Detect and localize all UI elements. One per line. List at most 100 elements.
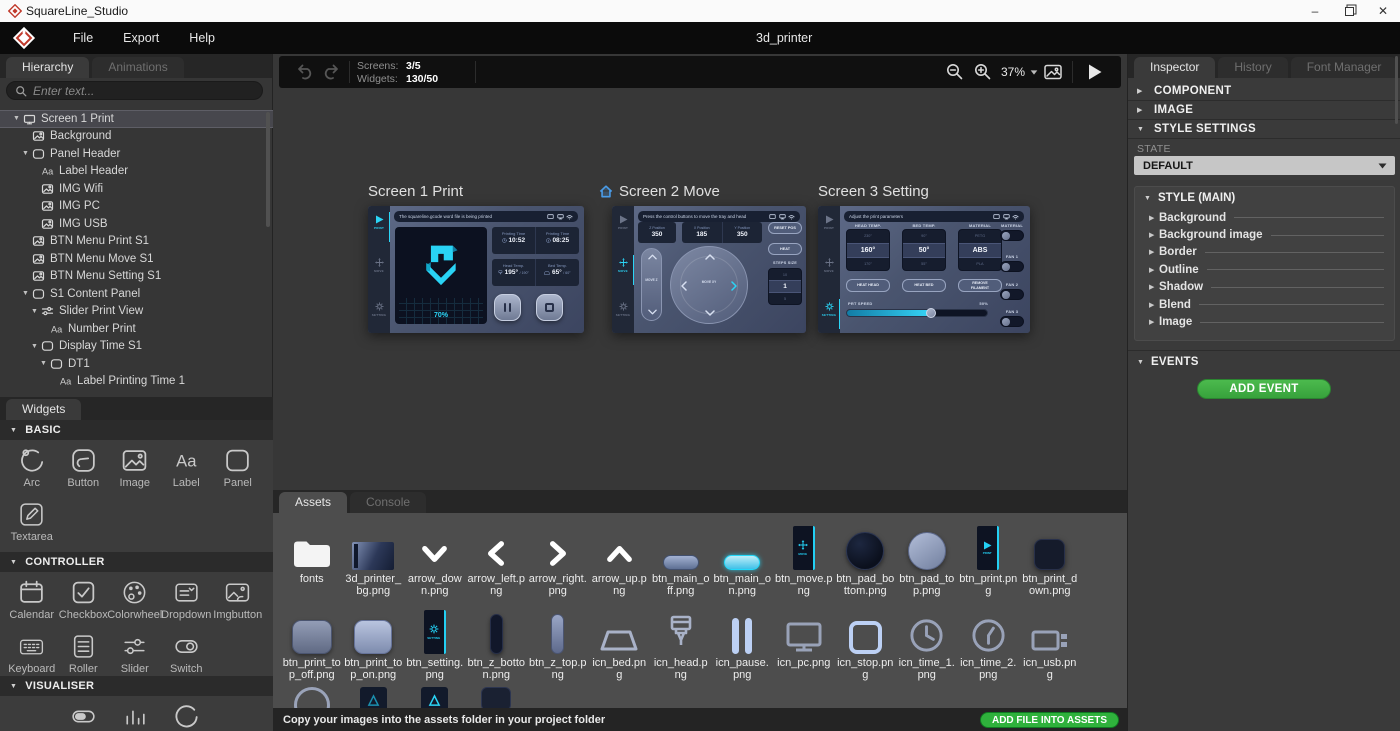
section-image[interactable]: ▶IMAGE bbox=[1128, 101, 1400, 120]
asset-icn-pc-png[interactable]: icn_pc.png bbox=[773, 609, 835, 681]
arrow-down-icon[interactable] bbox=[648, 309, 657, 315]
zoom-level[interactable]: 37% bbox=[1001, 65, 1025, 79]
screen2-title[interactable]: Screen 2 Move bbox=[619, 183, 720, 200]
widget-checkbox[interactable]: Checkbox bbox=[58, 572, 110, 626]
fan1-switch[interactable] bbox=[1000, 261, 1024, 272]
steps-size-roller[interactable]: 10 1 5 bbox=[768, 268, 802, 305]
arrow-up-icon[interactable] bbox=[648, 254, 657, 260]
asset-btn-print-top-off-png[interactable]: btn_print_top_off.png bbox=[281, 609, 343, 681]
screen1-preview[interactable]: PRINT MOVE SETTING The squareline.gcode … bbox=[368, 206, 584, 333]
asset-arrow-right-png[interactable]: arrow_right.png bbox=[527, 525, 589, 597]
tree-item-img-wifi[interactable]: ▼IMG Wifi bbox=[0, 180, 273, 198]
nav-setting[interactable]: SETTING bbox=[818, 302, 840, 317]
asset-icn-head-png[interactable]: icn_head.png bbox=[650, 609, 712, 681]
tree-item-label-header[interactable]: ▼AaLabel Header bbox=[0, 163, 273, 181]
tab-font-manager[interactable]: Font Manager bbox=[1291, 57, 1398, 78]
section-style-settings[interactable]: ▼STYLE SETTINGS bbox=[1128, 120, 1400, 139]
arrow-up-icon[interactable] bbox=[705, 254, 715, 260]
state-dropdown[interactable]: DEFAULT bbox=[1134, 156, 1395, 175]
expand-arrow-icon[interactable]: ▼ bbox=[13, 115, 23, 122]
xy-position-panel[interactable]: X Position185 Y Position350 bbox=[682, 222, 762, 243]
style-main-header[interactable]: ▼ STYLE (MAIN) bbox=[1135, 187, 1394, 209]
play-button[interactable] bbox=[1087, 63, 1103, 81]
category-header-basic[interactable]: ▼BASIC bbox=[0, 420, 273, 440]
fan3-switch[interactable] bbox=[1000, 316, 1024, 327]
screen3-preview[interactable]: PRINT MOVE SETTING Adjust the print para… bbox=[818, 206, 1030, 333]
asset-arrow-left-png[interactable]: arrow_left.png bbox=[466, 525, 528, 597]
tree-item-img-pc[interactable]: ▼IMG PC bbox=[0, 198, 273, 216]
hierarchy-scrollbar[interactable] bbox=[266, 112, 270, 227]
nav-move[interactable]: MOVE bbox=[612, 258, 634, 273]
asset-btn-setting-png[interactable]: SETTINGbtn_setting.png bbox=[404, 609, 466, 681]
zoom-in-icon[interactable] bbox=[973, 62, 993, 82]
screen1-title[interactable]: Screen 1 Print bbox=[368, 183, 463, 200]
add-file-into-assets-button[interactable]: ADD FILE INTO ASSETS bbox=[980, 712, 1119, 728]
tree-item-btn-menu-print-s1[interactable]: ▼BTN Menu Print S1 bbox=[0, 233, 273, 251]
zoom-dropdown-caret-icon[interactable] bbox=[1030, 70, 1038, 75]
zoom-fit-icon[interactable] bbox=[1043, 62, 1063, 82]
section-events[interactable]: ▼ EVENTS bbox=[1137, 356, 1199, 368]
expand-arrow-icon[interactable]: ▼ bbox=[40, 360, 50, 367]
tab-animations[interactable]: Animations bbox=[92, 57, 183, 78]
tree-item-btn-menu-setting-s1[interactable]: ▼BTN Menu Setting S1 bbox=[0, 268, 273, 286]
search-box[interactable] bbox=[6, 81, 263, 100]
tree-item-slider-print-view[interactable]: ▼Slider Print View bbox=[0, 303, 273, 321]
style-row-border[interactable]: ▶Border bbox=[1135, 244, 1394, 261]
widget-image[interactable]: Image bbox=[109, 440, 161, 494]
tab-history[interactable]: History bbox=[1218, 57, 1287, 78]
asset-btn-print-top-on-png[interactable]: btn_print_top_on.png bbox=[343, 609, 405, 681]
stop-button[interactable] bbox=[536, 294, 563, 321]
screen3-title[interactable]: Screen 3 Setting bbox=[818, 183, 929, 200]
asset-btn-main-on-png[interactable]: btn_main_on.png bbox=[712, 525, 774, 597]
tree-item-number-print[interactable]: ▼AaNumber Print bbox=[0, 320, 273, 338]
asset-fonts[interactable]: fonts bbox=[281, 525, 343, 597]
style-row-background-image[interactable]: ▶Background image bbox=[1135, 226, 1394, 243]
nav-print[interactable]: PRINT bbox=[818, 215, 840, 230]
search-input[interactable] bbox=[33, 84, 233, 98]
widget-item[interactable] bbox=[109, 696, 161, 731]
undo-icon[interactable] bbox=[295, 62, 315, 82]
expand-arrow-icon[interactable]: ▼ bbox=[22, 150, 32, 157]
nav-move[interactable]: MOVE bbox=[368, 258, 390, 273]
menu-help[interactable]: Help bbox=[174, 31, 230, 45]
restore-button[interactable] bbox=[1332, 0, 1366, 22]
asset-icn-pause-png[interactable]: icn_pause.png bbox=[712, 609, 774, 681]
menu-file[interactable]: File bbox=[58, 31, 108, 45]
tab-assets[interactable]: Assets bbox=[279, 492, 347, 513]
tree-item-background[interactable]: ▼Background bbox=[0, 128, 273, 146]
tab-inspector[interactable]: Inspector bbox=[1134, 57, 1215, 78]
asset-btn-pad-bottom-png[interactable]: btn_pad_bottom.png bbox=[835, 525, 897, 597]
temperature-panel[interactable]: Head Temp.195°/ 190° Bed Temp.65°/ 60° bbox=[492, 259, 579, 286]
expand-arrow-icon[interactable]: ▼ bbox=[22, 290, 32, 297]
bed-temp-roller[interactable]: 90° 50° 55° bbox=[902, 229, 946, 271]
asset-btn-main-off-png[interactable]: btn_main_off.png bbox=[650, 525, 712, 597]
asset-btn-pad-top-png[interactable]: btn_pad_top.png bbox=[896, 525, 958, 597]
tree-item-label-printing-time-1[interactable]: ▼AaLabel Printing Time 1 bbox=[0, 373, 273, 391]
fan2-switch[interactable] bbox=[1000, 289, 1024, 300]
asset-icn-time-2-png[interactable]: icn_time_2.png bbox=[958, 609, 1020, 681]
asset-icn-stop-png[interactable]: icn_stop.png bbox=[835, 609, 897, 681]
widget-imgbutton[interactable]: Imgbutton bbox=[212, 572, 264, 626]
move-z-control[interactable]: MOVE Z bbox=[641, 248, 662, 321]
tree-item-btn-menu-move-s1[interactable]: ▼BTN Menu Move S1 bbox=[0, 250, 273, 268]
widget-dropdown[interactable]: Dropdown bbox=[161, 572, 213, 626]
nav-setting[interactable]: SETTING bbox=[612, 302, 634, 317]
screen2-statusbar[interactable]: Press the control buttons to move the tr… bbox=[638, 211, 800, 222]
widget-textarea[interactable]: Textarea bbox=[6, 494, 58, 548]
widget-arc[interactable]: Arc bbox=[6, 440, 58, 494]
print-preview-panel[interactable]: 70% bbox=[395, 227, 487, 324]
z-position-panel[interactable]: Z Position350 bbox=[638, 222, 676, 243]
expand-arrow-icon[interactable]: ▼ bbox=[31, 343, 41, 350]
heat-head-button[interactable]: HEAT HEAD bbox=[846, 279, 890, 292]
widget-roller[interactable]: Roller bbox=[58, 626, 110, 680]
pause-button[interactable] bbox=[494, 294, 521, 321]
add-event-button[interactable]: ADD EVENT bbox=[1197, 379, 1331, 399]
asset-icn-time-1-png[interactable]: icn_time_1.png bbox=[896, 609, 958, 681]
arrow-down-icon[interactable] bbox=[705, 310, 715, 316]
asset-btn-z-botton-png[interactable]: btn_z_botton.png bbox=[466, 609, 528, 681]
widget-button[interactable]: Button bbox=[58, 440, 110, 494]
asset-btn-z-top-png[interactable]: btn_z_top.png bbox=[527, 609, 589, 681]
style-row-outline[interactable]: ▶Outline bbox=[1135, 261, 1394, 278]
asset-btn-move-png[interactable]: MOVEbtn_move.png bbox=[773, 525, 835, 597]
move-xy-pad[interactable]: MOVE XY bbox=[670, 246, 748, 324]
